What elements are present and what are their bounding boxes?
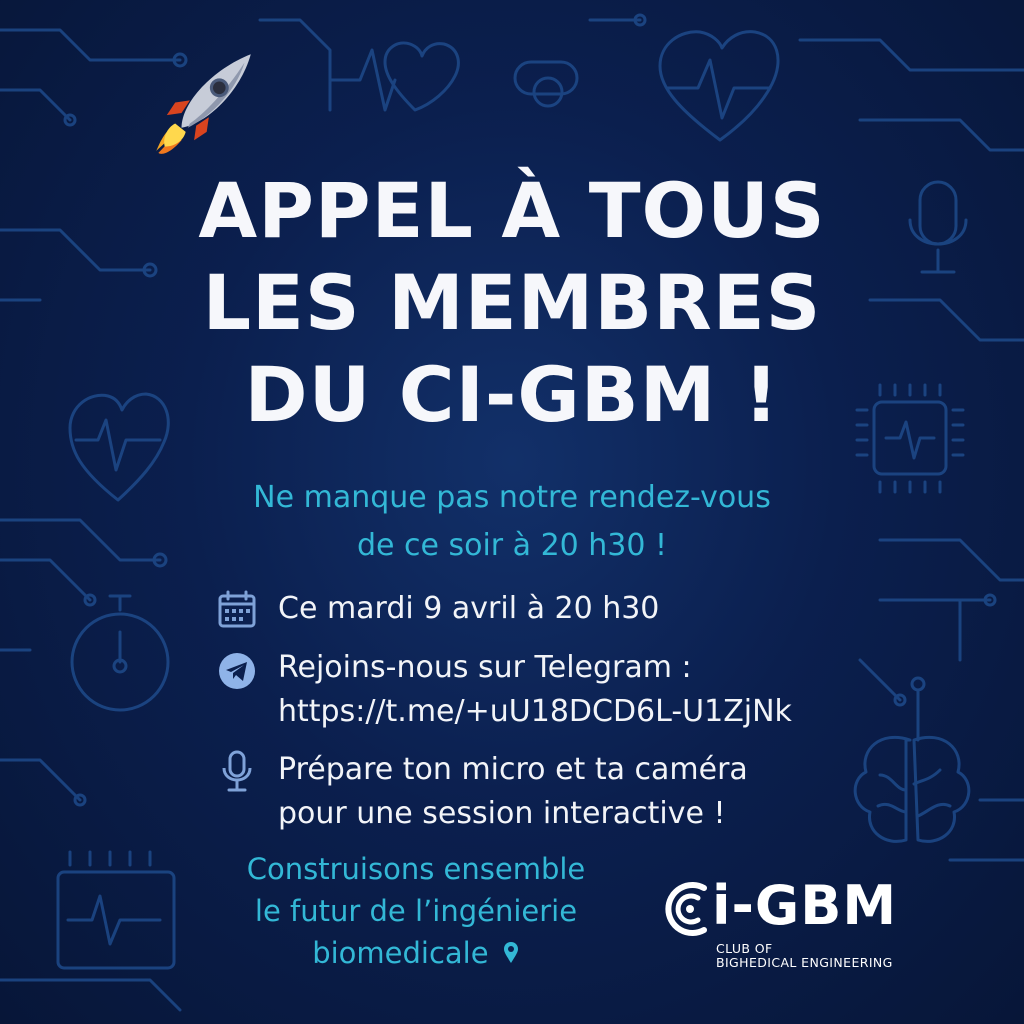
logo-tagline-1: CLUB OF bbox=[716, 941, 773, 956]
club-logo: i-GBM CLUB OF BIGHEDICAL ENGINEERING bbox=[660, 870, 940, 980]
location-pin-icon bbox=[503, 942, 518, 963]
closing-message: Construisons ensemble le futur de l’ingé… bbox=[196, 848, 636, 974]
detail-date: Ce mardi 9 avril à 20 h30 bbox=[214, 587, 659, 633]
headline-line-3: DU CI-GBM ! bbox=[244, 350, 780, 439]
headline-line-1: APPEL À TOUS bbox=[198, 166, 826, 255]
poster: APPEL À TOUS LES MEMBRES DU CI-GBM ! Ne … bbox=[0, 0, 1024, 1024]
logo-c-mark-icon bbox=[665, 882, 707, 936]
subheadline-line-2: de ce soir à 20 h30 ! bbox=[356, 528, 668, 563]
detail-micro: Prépare ton micro et ta caméra pour une … bbox=[214, 748, 748, 836]
telegram-icon bbox=[219, 653, 255, 689]
telegram-label: Rejoins-nous sur Telegram : bbox=[278, 650, 692, 685]
detail-date-text: Ce mardi 9 avril à 20 h30 bbox=[278, 591, 660, 626]
logo-name: i-GBM bbox=[712, 874, 898, 937]
subheadline-line-1: Ne manque pas notre rendez-vous bbox=[253, 480, 771, 515]
closing-line-2: le futur de l’ingénierie bbox=[254, 894, 578, 928]
micro-line-2: pour une session interactive ! bbox=[278, 796, 726, 831]
closing-line-3: biomedicale bbox=[196, 932, 636, 974]
micro-line-1: Prépare ton micro et ta caméra bbox=[278, 752, 748, 787]
logo-tagline-2: BIGHEDICAL ENGINEERING bbox=[716, 955, 893, 970]
calendar-icon bbox=[218, 590, 256, 628]
logo-tagline: CLUB OF BIGHEDICAL ENGINEERING bbox=[716, 942, 893, 970]
detail-telegram: Rejoins-nous sur Telegram : https://t.me… bbox=[214, 646, 792, 734]
headline-line-2: LES MEMBRES bbox=[202, 258, 822, 347]
microphone-icon bbox=[222, 750, 252, 792]
rocket-icon bbox=[155, 54, 251, 154]
telegram-link[interactable]: https://t.me/+uU18DCD6L-U1ZjNk bbox=[278, 690, 792, 734]
closing-line-3-text: biomedicale bbox=[312, 936, 489, 970]
closing-line-1: Construisons ensemble bbox=[246, 852, 586, 886]
